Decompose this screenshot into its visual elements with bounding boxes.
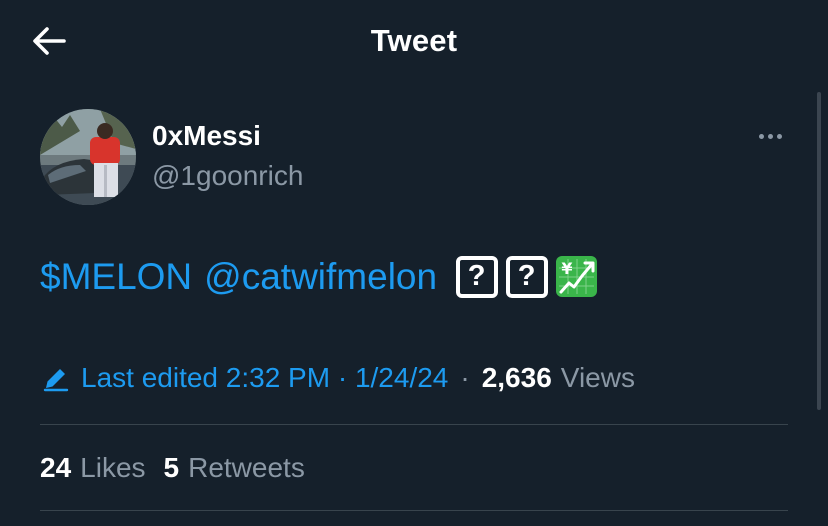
- more-horizontal-icon-dot: [767, 133, 773, 139]
- cashtag-link[interactable]: $MELON: [40, 256, 192, 298]
- more-options-button[interactable]: [752, 124, 788, 148]
- time-date-separator: ·: [337, 362, 348, 393]
- avatar[interactable]: [40, 109, 136, 205]
- pencil-icon: [43, 369, 69, 392]
- avatar-photo: [40, 109, 136, 205]
- likes-label: Likes: [80, 452, 146, 483]
- meta-separator: ·: [460, 362, 470, 393]
- scrollbar[interactable]: [817, 92, 821, 410]
- engagement-stats: 24 Likes 5 Retweets: [40, 450, 323, 486]
- tweet-date: 1/24/24: [354, 362, 449, 393]
- views-label: Views: [560, 362, 635, 393]
- likes-stat[interactable]: 24 Likes: [40, 452, 146, 484]
- author-display-name[interactable]: 0xMessi: [152, 120, 261, 152]
- more-horizontal-icon-dot: [776, 133, 782, 139]
- more-horizontal-icon: [758, 133, 764, 139]
- tweet-time: 2:32 PM: [225, 362, 331, 393]
- tweet-meta-row: Last edited 2:32 PM · 1/24/24 · 2,636 Vi…: [42, 360, 635, 396]
- unknown-glyph-icon: ?: [455, 255, 498, 298]
- edit-history-link[interactable]: Last edited 2:32 PM · 1/24/24: [81, 362, 448, 394]
- likes-count: 24: [40, 452, 72, 483]
- page-title: Tweet: [370, 23, 458, 58]
- mention-link[interactable]: @catwifmelon: [204, 256, 437, 298]
- unknown-glyph-mark: ?: [505, 255, 548, 298]
- retweets-count: 5: [163, 452, 180, 483]
- tweet-text: $MELON @catwifmelon ? ? ¥: [40, 255, 605, 298]
- edited-label: Last edited: [81, 362, 218, 393]
- views-count: 2,636: [481, 362, 552, 393]
- divider: [40, 510, 788, 511]
- retweets-stat[interactable]: 5 Retweets: [164, 452, 305, 484]
- author-handle[interactable]: @1goonrich: [152, 160, 303, 192]
- top-bar: Tweet: [0, 0, 828, 82]
- divider: [40, 424, 788, 425]
- tweet-detail-screen: Tweet 0xMessi @1goonrich $MELON @catwifm…: [0, 0, 828, 526]
- yen-sign: ¥: [562, 259, 573, 278]
- chart-increasing-with-yen-icon: ¥: [555, 255, 598, 298]
- unknown-glyph-icon: ?: [505, 255, 548, 298]
- unknown-glyph-mark: ?: [455, 255, 498, 298]
- retweets-label: Retweets: [188, 452, 305, 483]
